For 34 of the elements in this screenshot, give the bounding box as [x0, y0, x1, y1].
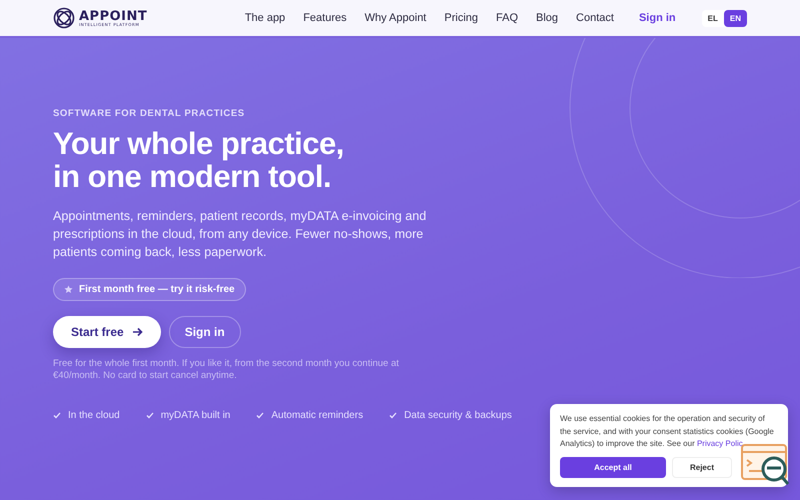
- hero-heading-line: in one modern tool.: [53, 160, 332, 193]
- badge-text: First month free — try it risk-free: [79, 284, 235, 295]
- feature-text: In the cloud: [68, 410, 120, 421]
- privacy-policy-link[interactable]: Privacy Polic: [696, 439, 743, 448]
- check-icon: [146, 412, 154, 419]
- cookie-message: We use essential cookies for the operation and security of the service, and with your consent statistics cookies (Google Analytics) to improve the site. See our Privacy Polic: [560, 413, 775, 450]
- nav-link[interactable]: Features: [303, 12, 347, 24]
- nav-link[interactable]: Why Appoint: [364, 12, 426, 24]
- hero-heading-line: Your whole practice,: [53, 127, 345, 160]
- language-toggle[interactable]: EN: [724, 10, 747, 26]
- accept-all-button[interactable]: Accept all: [560, 456, 666, 478]
- reject-button[interactable]: Reject: [672, 456, 732, 478]
- feature-text: myDATA built in: [160, 410, 230, 421]
- nav-link[interactable]: Pricing: [444, 12, 478, 24]
- start-free-button[interactable]: Start free: [53, 316, 161, 348]
- brand-name: APPOINT: [79, 10, 148, 22]
- eyebrow-text: SOFTWARE FOR DENTAL PRACTICES: [53, 108, 246, 119]
- check-icon: [389, 412, 398, 419]
- star-icon: [64, 285, 73, 294]
- nav-link[interactable]: Blog: [536, 12, 558, 24]
- check-icon: [53, 412, 61, 419]
- sign-in-button[interactable]: Sign in: [168, 316, 241, 348]
- nav-link[interactable]: The app: [244, 12, 286, 24]
- hero-description: Appointments, reminders, patient records, myDATA e-invoicing and prescriptions in the cloud, from any device. Fewer no-shows, more patients coming back, less paperwork.: [53, 208, 428, 261]
- arrow-icon: [132, 327, 143, 337]
- pricing-note: Free for the whole first month. If you like it, from the second month you continue at €40/month. No card to start cancel anytime.: [53, 358, 400, 382]
- browser-search-icon[interactable]: [741, 444, 791, 488]
- nav-link[interactable]: FAQ: [496, 12, 518, 24]
- feature-text: Data security & backups: [404, 410, 512, 421]
- logo-icon: [53, 7, 75, 29]
- sign-in-link[interactable]: Sign in: [638, 12, 676, 24]
- feature-text: Automatic reminders: [271, 410, 364, 421]
- check-icon: [256, 412, 264, 419]
- nav-link[interactable]: Contact: [576, 12, 614, 24]
